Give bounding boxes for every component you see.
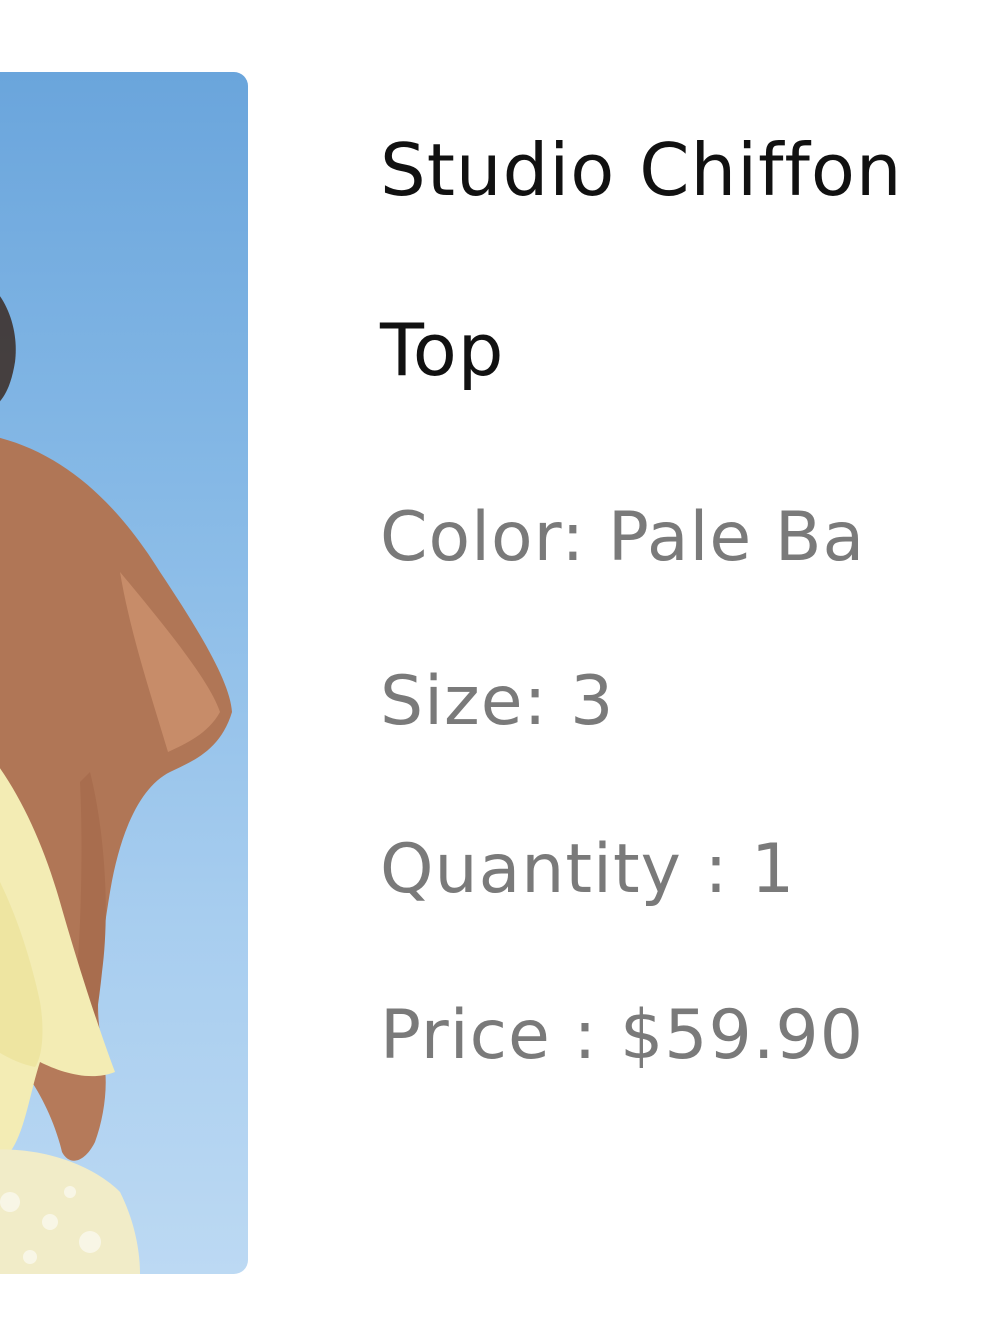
product-quantity: Quantity : 1 xyxy=(380,830,796,909)
product-title-line-2[interactable]: Top xyxy=(380,314,505,386)
product-image[interactable] xyxy=(0,72,248,1274)
product-color: Color: Pale Ba xyxy=(380,498,866,577)
product-details: Studio Chiffon Top Color: Pale Ba Size: … xyxy=(380,0,998,1333)
product-title-line-1[interactable]: Studio Chiffon xyxy=(380,134,903,206)
order-item-detail: Studio Chiffon Top Color: Pale Ba Size: … xyxy=(0,0,998,1333)
product-price: Price : $59.90 xyxy=(380,996,864,1075)
product-size: Size: 3 xyxy=(380,662,615,741)
product-photo-illustration xyxy=(0,296,232,1274)
